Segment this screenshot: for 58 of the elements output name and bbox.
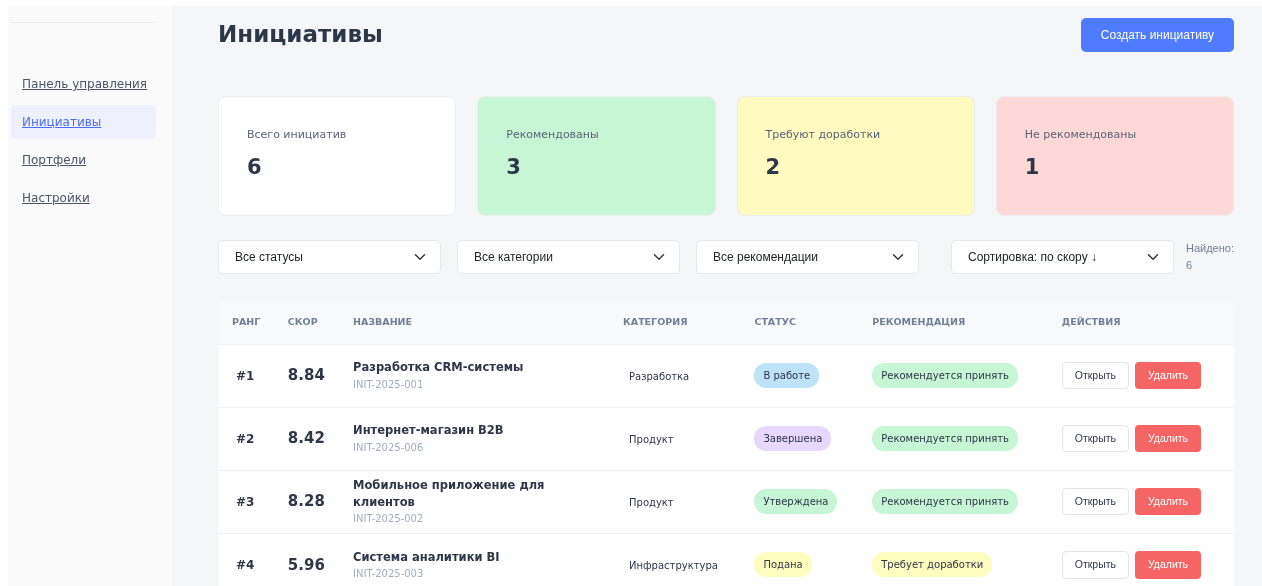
found-count: Найдено: 6 <box>1186 241 1234 273</box>
initiative-name: Разработка CRM-системы <box>353 359 525 377</box>
filter-select[interactable]: Все рекомендации <box>696 240 919 274</box>
column-header: КАТЕГОРИЯ <box>613 301 745 344</box>
status-badge: Подана <box>754 552 812 578</box>
stat-value: 2 <box>765 153 782 181</box>
stat-value: 6 <box>247 153 263 181</box>
status-badge: В работе <box>754 363 820 388</box>
open-button[interactable]: Открыть <box>1061 361 1129 390</box>
stat-label: Требуют доработки <box>765 127 882 143</box>
sidebar-item[interactable]: Инициативы <box>11 105 156 139</box>
stat-label: Всего инициатив <box>247 127 348 143</box>
recommendation-badge: Рекомендуется принять <box>872 363 1018 388</box>
column-header: СКОР <box>277 301 343 344</box>
open-button[interactable]: Открыть <box>1061 487 1129 516</box>
stat-label: Не рекомендованы <box>1024 127 1138 143</box>
status-badge: Утверждена <box>754 489 838 514</box>
score-text: 8.28 <box>287 492 325 511</box>
score-text: 5.96 <box>287 555 325 574</box>
initiative-code: INIT-2025-001 <box>353 377 425 392</box>
score-text: 8.84 <box>287 366 325 385</box>
initiative-code: INIT-2025-003 <box>353 566 425 581</box>
score-text: 8.42 <box>287 429 325 448</box>
page-title: Инициативы <box>218 21 383 49</box>
column-header: НАЗВАНИЕ <box>343 301 613 344</box>
stat-value: 1 <box>1024 153 1041 181</box>
open-button[interactable]: Открыть <box>1061 550 1129 579</box>
initiative-name: Мобильное приложение для клиентов <box>353 476 546 511</box>
status-badge: Завершена <box>754 426 832 451</box>
filter-select[interactable]: Все категории <box>457 240 680 274</box>
column-header: РАНГ <box>218 301 278 344</box>
initiative-name: Интернет-магазин B2B <box>353 422 505 440</box>
column-header: СТАТУС <box>744 301 863 344</box>
recommendation-badge: Рекомендуется принять <box>872 489 1018 514</box>
category-text: Продукт <box>629 433 674 445</box>
category-text: Продукт <box>629 496 674 508</box>
create-button[interactable]: Создать инициативу <box>1080 18 1234 52</box>
recommendation-badge: Рекомендуется принять <box>872 426 1018 451</box>
sidebar-item[interactable]: Панель управления <box>11 67 156 101</box>
initiative-code: INIT-2025-006 <box>353 440 425 455</box>
rank-text: #1 <box>236 368 255 383</box>
rank-text: #3 <box>236 494 255 509</box>
category-text: Разработка <box>629 370 690 382</box>
sidebar-item[interactable]: Портфели <box>11 143 156 177</box>
rank-text: #4 <box>236 557 255 572</box>
rank-text: #2 <box>236 431 255 446</box>
category-text: Инфраструктура <box>629 559 718 571</box>
initiative-name: Система аналитики BI <box>353 548 501 566</box>
filter-select[interactable]: Все статусы <box>218 240 441 274</box>
stat-value: 3 <box>506 153 522 181</box>
stat-label: Рекомендованы <box>506 127 600 143</box>
initiative-code: INIT-2025-002 <box>353 512 425 527</box>
open-button[interactable]: Открыть <box>1061 424 1129 453</box>
column-header: ДЕЙСТВИЯ <box>1051 301 1234 344</box>
column-header: РЕКОМЕНДАЦИЯ <box>862 301 1052 344</box>
recommendation-badge: Требует доработки <box>872 552 993 578</box>
sort-select[interactable]: Сортировка: по скору ↓ <box>951 240 1174 274</box>
sidebar-item[interactable]: Настройки <box>11 181 156 215</box>
